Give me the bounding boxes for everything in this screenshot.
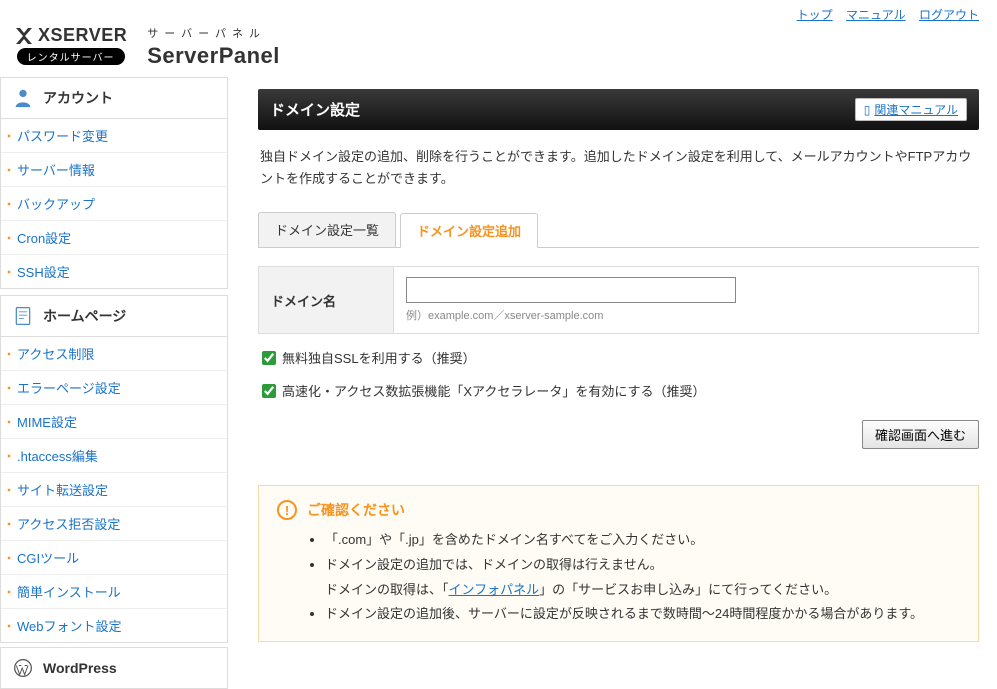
page-description: 独自ドメイン設定の追加、削除を行うことができます。追加したドメイン設定を利用して…: [260, 146, 977, 190]
domain-name-label: ドメイン名: [259, 267, 394, 334]
tab-domain-list[interactable]: ドメイン設定一覧: [258, 212, 396, 247]
brand-text: XSERVER: [38, 25, 127, 46]
xserver-logo-icon: [14, 26, 34, 46]
sidebar-item-mime[interactable]: MIME設定: [1, 405, 227, 438]
confirm-button[interactable]: 確認画面へ進む: [862, 420, 979, 449]
sidebar-section-wordpress: WordPress: [0, 647, 228, 689]
sidebar-item-password[interactable]: パスワード変更: [1, 119, 227, 152]
sidebar-item-serverinfo[interactable]: サーバー情報: [1, 153, 227, 186]
logout-link[interactable]: ログアウト: [919, 8, 979, 22]
main-content: ドメイン設定 ▯ 関連マニュアル 独自ドメイン設定の追加、削除を行うことができま…: [228, 77, 997, 689]
exclamation-icon: !: [277, 500, 297, 520]
domain-example-text: 例）example.com／xserver-sample.com: [406, 307, 966, 323]
manual-button[interactable]: ▯ 関連マニュアル: [855, 98, 967, 121]
sidebar-item-errorpage[interactable]: エラーページ設定: [1, 371, 227, 404]
header: XSERVER レンタルサーバー サーバーパネル ServerPanel: [0, 23, 997, 77]
sidebar-item-access-limit[interactable]: アクセス制限: [1, 337, 227, 370]
sidebar-item-deny[interactable]: アクセス拒否設定: [1, 507, 227, 540]
accelerator-checkbox[interactable]: [262, 384, 276, 398]
user-icon: [11, 86, 35, 110]
logo-block: XSERVER レンタルサーバー: [14, 25, 127, 65]
top-link[interactable]: トップ: [797, 8, 833, 22]
rental-server-badge: レンタルサーバー: [17, 48, 125, 65]
notice-item: ドメイン設定の追加では、ドメインの取得は行えません。 ドメインの取得は、「インフ…: [325, 553, 960, 602]
sidebar-section-account: アカウント: [0, 77, 228, 119]
infopanel-link[interactable]: インフォパネル: [449, 582, 540, 597]
panel-title-en: ServerPanel: [147, 43, 280, 69]
domain-name-input[interactable]: [406, 277, 736, 303]
sidebar-item-htaccess[interactable]: .htaccess編集: [1, 439, 227, 472]
sidebar-item-webfont[interactable]: Webフォント設定: [1, 609, 227, 642]
ssl-checkbox-row[interactable]: 無料独自SSLを利用する（推奨）: [262, 348, 979, 367]
sidebar-section-homepage: ホームページ: [0, 295, 228, 337]
page-title: ドメイン設定: [270, 99, 360, 120]
sidebar-item-cron[interactable]: Cron設定: [1, 221, 227, 254]
panel-title-jp: サーバーパネル: [147, 25, 280, 41]
sidebar-item-cgi[interactable]: CGIツール: [1, 541, 227, 574]
wordpress-icon: [11, 656, 35, 680]
sidebar-item-ssh[interactable]: SSH設定: [1, 255, 227, 288]
sidebar-item-redirect[interactable]: サイト転送設定: [1, 473, 227, 506]
sidebar: アカウント パスワード変更 サーバー情報 バックアップ Cron設定 SSH設定…: [0, 77, 228, 689]
sidebar-item-backup[interactable]: バックアップ: [1, 187, 227, 220]
accelerator-checkbox-row[interactable]: 高速化・アクセス数拡張機能「Xアクセラレータ」を有効にする（推奨）: [262, 381, 979, 400]
manual-link[interactable]: マニュアル: [846, 8, 906, 22]
ssl-checkbox[interactable]: [262, 351, 276, 365]
book-icon: ▯: [864, 103, 871, 117]
document-icon: [11, 304, 35, 328]
notice-item: 「.com」や「.jp」を含めたドメイン名すべてをご入力ください。: [325, 528, 960, 553]
sidebar-item-easyinstall[interactable]: 簡単インストール: [1, 575, 227, 608]
notice-box: ! ご確認ください 「.com」や「.jp」を含めたドメイン名すべてをご入力くだ…: [258, 485, 979, 642]
tab-domain-add[interactable]: ドメイン設定追加: [400, 213, 538, 248]
